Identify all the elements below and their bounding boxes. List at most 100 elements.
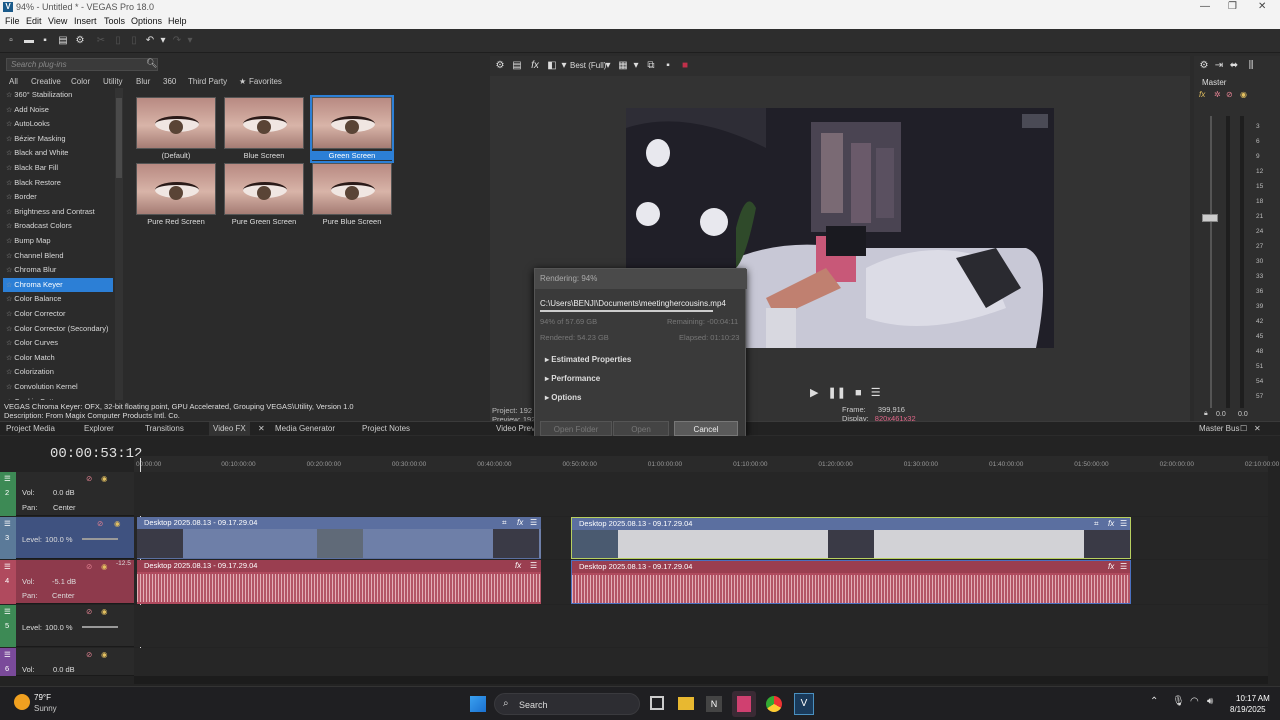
section-performance[interactable]: ▸ Performance [545,374,600,383]
master-bus-close-icon[interactable]: ✕ [1254,424,1261,433]
favorite-star-icon[interactable]: ☆ [6,253,12,260]
track-3-lane[interactable]: Desktop 2025.08.13 - 09.17.29.04 ⌗ fx ☰ … [134,517,1268,559]
save-snapshot-icon[interactable]: ▪ [663,61,673,71]
wifi-icon[interactable]: ◠ [1190,696,1199,707]
task-view-icon[interactable] [650,696,664,710]
mute-icon[interactable]: ⊘ [97,519,103,528]
redo-dropdown-icon[interactable]: ▾ [185,36,195,46]
fx-list-item[interactable]: ☆ Color Corrector (Secondary) [3,322,113,336]
master-route-icon[interactable]: ⇥ [1214,61,1224,71]
favorite-star-icon[interactable]: ☆ [6,92,12,99]
mute-icon[interactable]: ⊘ [86,474,92,483]
volume-icon[interactable]: 🔊︎ [1207,696,1213,707]
favorite-star-icon[interactable]: ☆ [6,107,12,114]
tab-video-fx[interactable]: Video FX [209,422,250,436]
open-button[interactable]: Open [613,421,669,436]
favorite-star-icon[interactable]: ☆ [6,223,12,230]
clip-fx-icon[interactable]: fx [1108,562,1114,571]
crop-icon[interactable]: ⌗ [1094,519,1099,529]
master-mute-icon[interactable]: ✲ [1214,90,1221,99]
fx-list-item[interactable]: ☆ Color Corrector [3,307,113,321]
save-icon[interactable]: ▪ [40,36,50,46]
fx-tab-creative[interactable]: Creative [31,77,61,86]
weather-text[interactable]: Sunny [34,704,57,713]
master-settings-icon[interactable]: ⚙ [1199,61,1209,71]
favorite-star-icon[interactable]: ☆ [6,238,12,245]
fx-tab-all[interactable]: All [9,77,18,86]
section-estimated-properties[interactable]: ▸ Estimated Properties [545,355,631,364]
fx-preset[interactable]: Pure Green Screen [224,163,304,227]
copy-snapshot-icon[interactable]: ⧉ [646,61,656,71]
tab-master-bus[interactable]: Master Bus [1199,424,1239,433]
record-icon[interactable]: ■ [680,61,690,71]
taskbar-search-box[interactable]: ⌕ Search [494,693,640,715]
app-vegas-active[interactable] [732,691,756,717]
fx-list-scrollbar[interactable] [115,88,123,400]
track-menu-icon[interactable]: ☰ [4,562,11,571]
fx-list-item[interactable]: ☆ Chroma Keyer [3,277,113,292]
overlays-dropdown-icon[interactable]: ▾ [631,61,641,71]
weather-temp[interactable]: 79°F [34,693,51,702]
menu-file[interactable]: File [5,16,20,26]
save-as-icon[interactable]: ▤ [58,36,68,46]
fx-list-item[interactable]: ☆ Add Noise [3,103,113,117]
solo-icon[interactable]: ◉ [101,650,108,659]
pause-icon[interactable]: ❚❚ [828,387,846,399]
clip-fx-icon[interactable]: fx [517,518,523,527]
level-slider[interactable] [82,538,118,540]
fx-tab-favorites[interactable]: Favorites [249,77,282,86]
solo-icon[interactable]: ◉ [114,519,121,528]
new-file-icon[interactable]: ▫ [6,36,16,46]
section-options[interactable]: ▸ Options [545,393,581,402]
quality-dropdown-icon[interactable]: ▾ [603,61,613,71]
close-tab-icon[interactable]: ✕ [258,424,265,433]
mute-icon[interactable]: ⊘ [86,607,92,616]
fx-list-item[interactable]: ☆ Color Balance [3,292,113,306]
favorite-star-icon[interactable]: ☆ [6,121,12,128]
track-5-lane[interactable] [134,605,1268,647]
open-folder-icon[interactable]: ▬ [24,36,34,46]
overlays-icon[interactable]: ▦ [618,61,628,71]
track-6-vol-value[interactable]: 0.0 dB [53,665,75,674]
fx-preset[interactable]: Pure Red Screen [136,163,216,227]
menu-tools[interactable]: Tools [104,16,125,26]
undo-icon[interactable]: ↶ [145,36,155,46]
split-screen-icon[interactable]: ◧ [547,61,557,71]
track-menu-icon[interactable]: ☰ [4,650,11,659]
track-6-lane[interactable] [134,648,1268,676]
cut-icon[interactable]: ✂ [96,36,106,46]
preview-settings-icon[interactable]: ⚙ [495,61,505,71]
master-solo-icon[interactable]: ⊘ [1226,90,1233,99]
fx-list-item[interactable]: ☆ Color Curves [3,336,113,350]
tray-chevron-icon[interactable]: ⌃ [1150,696,1158,707]
track-4-pan-value[interactable]: Center [52,591,75,600]
solo-icon[interactable]: ◉ [101,607,108,616]
track-5-level-value[interactable]: 100.0 % [45,623,73,632]
fx-list-item[interactable]: ☆ Border [3,190,113,204]
favorite-star-icon[interactable]: ☆ [6,136,12,143]
mute-icon[interactable]: ⊘ [86,562,92,571]
favorite-star-icon[interactable]: ☆ [6,267,12,274]
redo-icon[interactable]: ↷ [172,36,182,46]
fx-preset[interactable]: Green Screen [310,95,394,163]
master-downmix-icon[interactable]: ⬌ [1229,61,1239,71]
master-bus-undock-icon[interactable]: ☐ [1240,424,1247,433]
fx-list-item[interactable]: ☆ Broadcast Colors [3,219,113,233]
paste-icon[interactable]: ▯ [129,36,139,46]
fx-preset[interactable]: Pure Blue Screen [312,163,392,227]
clip-fx-icon[interactable]: fx [515,561,521,570]
fx-preset[interactable]: (Default) [136,97,216,161]
clip-menu-icon[interactable]: ☰ [530,518,537,527]
clip-fx-icon[interactable]: fx [1108,519,1114,528]
timeline-h-scrollbar[interactable] [134,676,1268,684]
fx-list-item[interactable]: ☆ Convolution Kernel [3,380,113,394]
fx-list-item[interactable]: ☆ Chroma Blur [3,263,113,277]
scrollbar-thumb[interactable] [116,98,122,178]
lock-icon[interactable]: 🔒︎ [1204,410,1208,418]
master-mixer-icon[interactable]: ⫼ [1246,61,1256,71]
tab-project-media[interactable]: Project Media [6,424,55,433]
favorite-star-icon[interactable]: ☆ [6,340,12,347]
fx-list-item[interactable]: ☆ Black Bar Fill [3,161,113,175]
fx-list-item[interactable]: ☆ AutoLooks [3,117,113,131]
master-automation-icon[interactable]: ◉ [1240,90,1247,99]
